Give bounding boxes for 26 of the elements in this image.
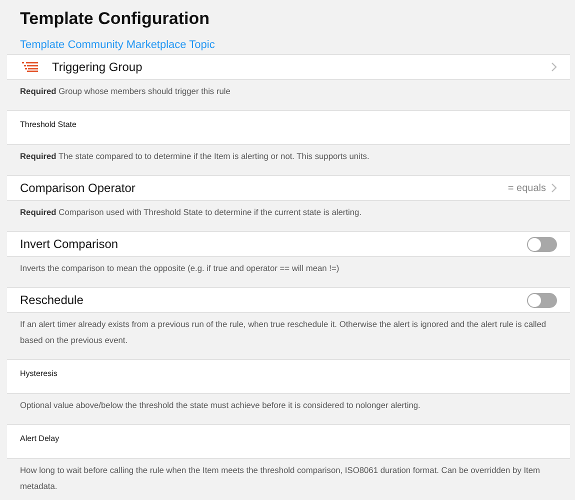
field-label: Threshold State <box>20 120 76 129</box>
field-description: Required The state compared to to determine if the Item is alerting or not. This supports units. <box>20 150 370 163</box>
field-description: Required Comparison used with Threshold State to determine if the current state is alerting. <box>20 206 363 219</box>
chevron-icon <box>551 183 557 193</box>
field-description: Optional value above/below the threshold the state must achieve before it is considered to nolonger alerting. <box>20 399 422 412</box>
list-icon <box>22 62 38 72</box>
field-label: Alert Delay <box>20 434 60 443</box>
field-label: Reschedule <box>20 293 84 307</box>
select-value: = equals <box>508 182 546 194</box>
field-description: Inverts the comparison to mean the opposite (e.g. if true and operator == will mean !=) <box>20 262 340 275</box>
group-picker[interactable]: Triggering Group <box>7 54 570 80</box>
field-label: Triggering Group <box>52 60 142 74</box>
field-description: Required Group whose members should trigger this rule <box>20 85 232 98</box>
field-label: Hysteresis <box>20 369 58 378</box>
input-field[interactable]: Hysteresis <box>7 359 570 394</box>
page-title: Template Configuration <box>20 8 211 30</box>
field-label: Invert Comparison <box>20 237 118 251</box>
input-field[interactable]: Alert Delay <box>7 424 570 459</box>
chevron-icon <box>551 62 557 72</box>
toggle-switch[interactable] <box>527 292 557 308</box>
field-label: Comparison Operator <box>20 181 136 195</box>
operator-select[interactable]: Comparison Operator = equals <box>7 175 570 201</box>
toggle-switch[interactable] <box>527 236 557 252</box>
field-description: How long to wait before calling the rule when the Item meets the threshold comparison, ISO8061 duration format. Can be overridden by Item metadata. <box>20 464 541 493</box>
field-description: If an alert timer already exists from a previous run of the rule, when true reschedule it. Otherwise the alert is ignored and the alert rule is called based on the previous event. <box>20 318 548 347</box>
input-field[interactable]: Threshold State <box>7 110 570 145</box>
